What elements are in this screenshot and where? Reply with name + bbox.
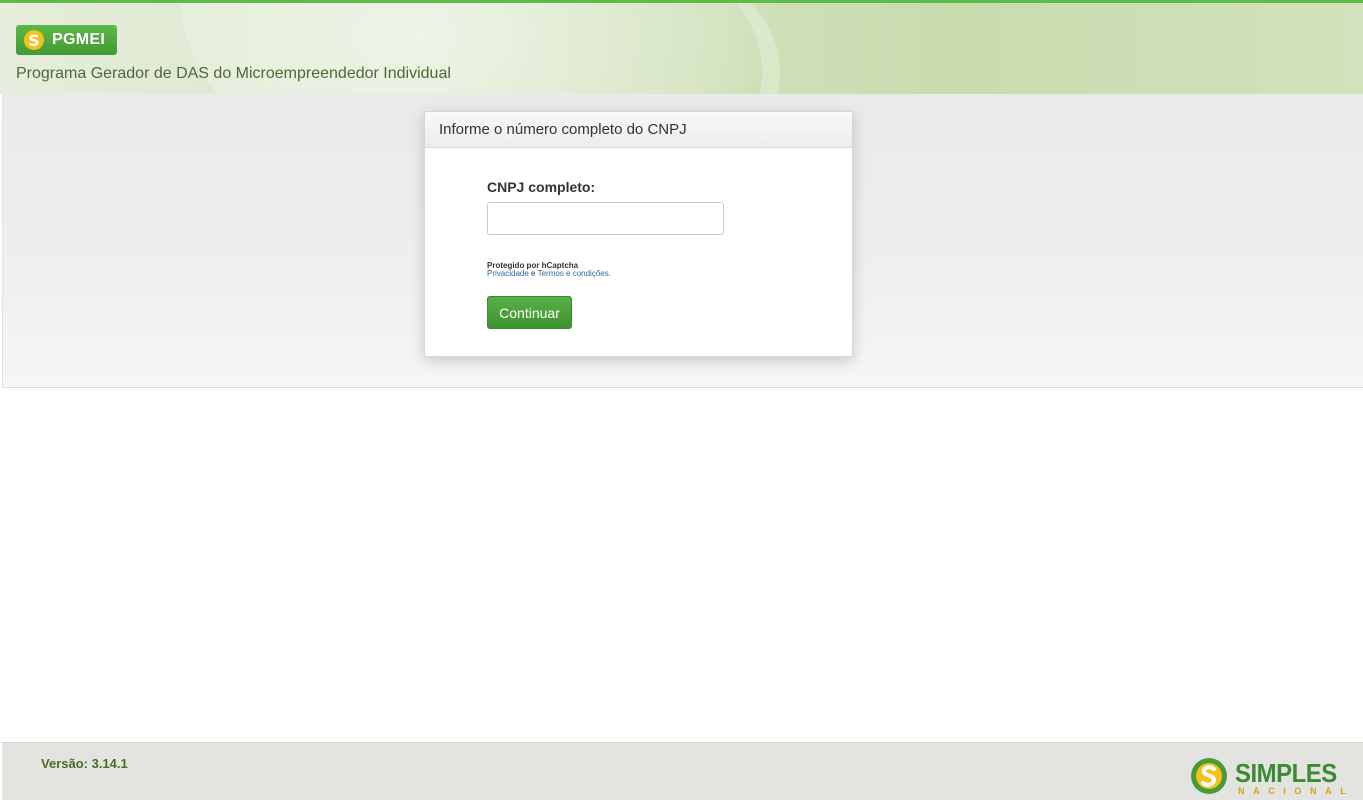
simples-nacional-logo-icon: [1191, 758, 1227, 794]
terms-link[interactable]: Termos e condições.: [538, 269, 611, 278]
brand-name: PGMEI: [52, 31, 106, 48]
page-footer: Versão: 3.14.1 SIMPLES NACIONAL: [2, 742, 1363, 800]
footer-logo-word: SIMPLES: [1235, 758, 1337, 788]
hcaptcha-notice: Protegido por hCaptcha Privacidade e Ter…: [487, 262, 611, 278]
captcha-separator: e: [531, 269, 536, 278]
simples-s-logo-icon: S: [24, 30, 44, 50]
cnpj-label: CNPJ completo:: [487, 179, 596, 195]
cnpj-card: Informe o número completo do CNPJ CNPJ c…: [424, 111, 853, 357]
card-title: Informe o número completo do CNPJ: [425, 112, 852, 148]
continue-button[interactable]: Continuar: [487, 296, 572, 329]
cnpj-input[interactable]: [487, 202, 724, 235]
privacy-link[interactable]: Privacidade: [487, 269, 529, 278]
header-decoration-arc: [520, 3, 780, 94]
app-subtitle: Programa Gerador de DAS do Microempreend…: [16, 65, 451, 82]
footer-logo-subword: NACIONAL: [1238, 786, 1355, 796]
simples-nacional-logo: SIMPLES NACIONAL: [1190, 755, 1350, 799]
brand-badge[interactable]: S PGMEI: [16, 25, 118, 55]
version-text: Versão: 3.14.1: [41, 756, 128, 771]
page-header: S PGMEI Programa Gerador de DAS do Micro…: [0, 0, 1363, 94]
